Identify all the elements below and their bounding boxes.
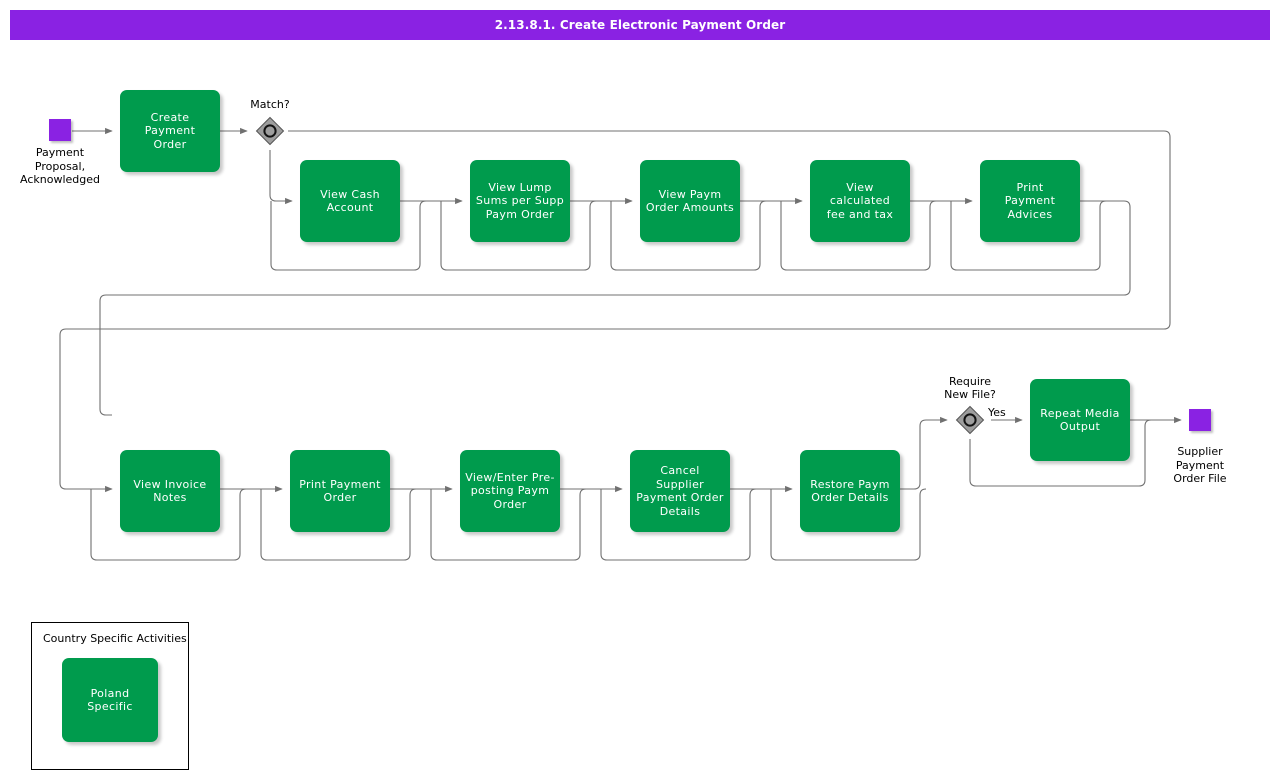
group-country-specific-activities-title: Country Specific Activities xyxy=(43,632,187,645)
start-event-payment-proposal[interactable] xyxy=(49,119,71,141)
activity-label: View calculated fee and tax xyxy=(826,180,894,221)
flow-match-to-view-cash-account xyxy=(269,150,293,205)
page-title: 2.13.8.1. Create Electronic Payment Orde… xyxy=(494,18,786,32)
end-event-supplier-payment-order-file[interactable] xyxy=(1189,409,1211,431)
gateway-require-new-file[interactable] xyxy=(955,405,985,435)
activity-view-lump-sums-per-supp-paym-order[interactable]: View Lump Sums per Supp Paym Order xyxy=(470,160,570,242)
activity-label: Print Payment Order xyxy=(299,477,381,505)
activity-cancel-supplier-payment-order-details[interactable]: Cancel Supplier Payment Order Details xyxy=(630,450,730,532)
activity-view-enter-pre-posting-paym-order[interactable]: View/Enter Pre- posting Paym Order xyxy=(460,450,560,532)
activity-view-paym-order-amounts[interactable]: View Paym Order Amounts xyxy=(640,160,740,242)
activity-poland-specific[interactable]: Poland Specific xyxy=(62,658,158,742)
activity-view-calculated-fee-and-tax[interactable]: View calculated fee and tax xyxy=(810,160,910,242)
activity-label: Repeat Media Output xyxy=(1040,406,1120,434)
activity-label: Cancel Supplier Payment Order Details xyxy=(636,464,724,518)
diagram-canvas: 2.13.8.1. Create Electronic Payment Orde… xyxy=(0,0,1280,780)
gateway-require-new-file-label: Require New File? xyxy=(944,375,996,401)
start-event-label: Payment Proposal, Acknowledged xyxy=(20,146,100,186)
activity-repeat-media-output[interactable]: Repeat Media Output xyxy=(1030,379,1130,461)
activity-label: View Cash Account xyxy=(320,187,380,215)
gateway-match-label: Match? xyxy=(250,98,290,111)
activity-view-invoice-notes[interactable]: View Invoice Notes xyxy=(120,450,220,532)
activity-label: Print Payment Advices xyxy=(1004,180,1056,221)
activity-label: View Lump Sums per Supp Paym Order xyxy=(475,180,565,221)
diagram-title-bar: 2.13.8.1. Create Electronic Payment Orde… xyxy=(10,10,1270,40)
activity-label: Create Payment Order xyxy=(144,110,196,151)
activity-restore-paym-order-details[interactable]: Restore Paym Order Details xyxy=(800,450,900,532)
activity-print-payment-advices[interactable]: Print Payment Advices xyxy=(980,160,1080,242)
activity-label: Poland Specific xyxy=(87,686,133,714)
activity-label: Restore Paym Order Details xyxy=(810,477,890,505)
flow-label-yes: Yes xyxy=(988,406,1006,419)
activity-print-payment-order[interactable]: Print Payment Order xyxy=(290,450,390,532)
flow-restore-to-require-new-file xyxy=(900,416,948,490)
activity-view-cash-account[interactable]: View Cash Account xyxy=(300,160,400,242)
end-event-label: Supplier Payment Order File xyxy=(1173,445,1227,485)
activity-label: View Invoice Notes xyxy=(133,477,207,505)
gateway-match[interactable] xyxy=(255,116,285,146)
activity-label: View Paym Order Amounts xyxy=(645,187,735,215)
activity-label: View/Enter Pre- posting Paym Order xyxy=(465,470,555,511)
activity-create-payment-order[interactable]: Create Payment Order xyxy=(120,90,220,172)
